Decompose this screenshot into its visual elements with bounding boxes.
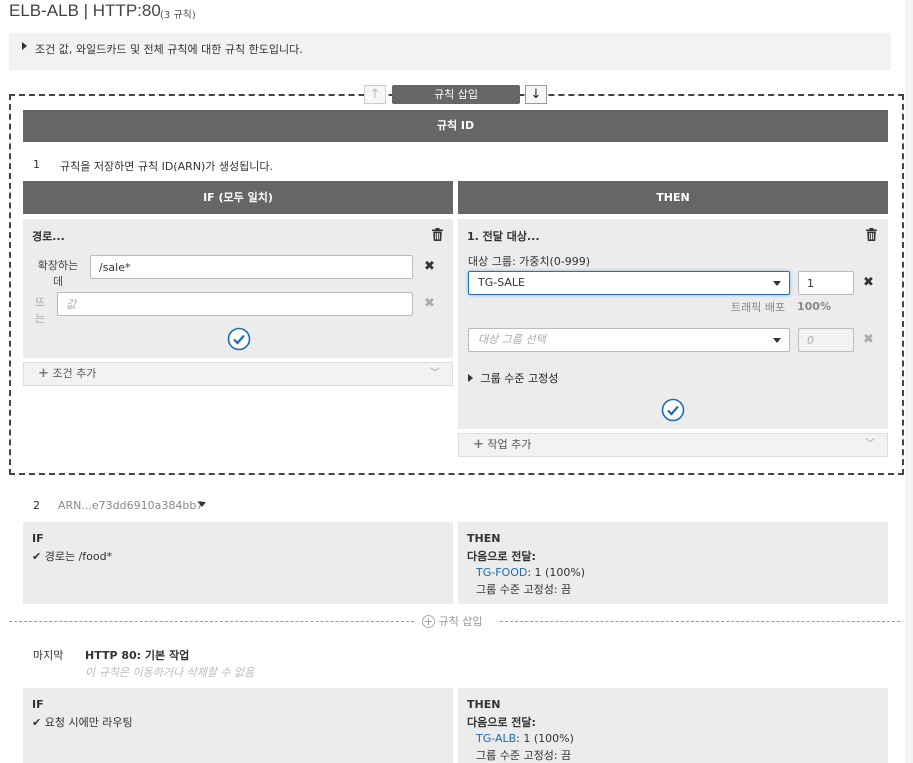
path-value-input[interactable] <box>90 255 413 279</box>
last-rule-then-panel: THEN 다음으로 전달: TG-ALB: 1 (100%) 그룹 수준 고정성… <box>458 688 888 763</box>
stickiness-toggle[interactable]: 그룹 수준 고정성 <box>468 370 558 386</box>
target-group-select-2[interactable]: 대상 그룹 선택 <box>468 328 790 352</box>
forward-label: 다음으로 전달: <box>467 716 536 729</box>
last-rule-label: 마지막 <box>33 649 64 662</box>
info-panel[interactable]: 조건 값, 와일드카드 및 전체 규칙에 대한 규칙 한도입니다. <box>9 33 891 70</box>
target-detail: : 1 (100%) <box>516 732 574 745</box>
forward-label: 다음으로 전달: <box>467 550 536 563</box>
plus-icon: + <box>38 366 49 381</box>
label-or: 또는 <box>35 296 46 325</box>
target-line: TG-FOOD: 1 (100%) <box>476 566 585 579</box>
divider-right <box>500 621 900 622</box>
path-value-input-2[interactable] <box>57 292 413 316</box>
confirm-check-icon[interactable] <box>227 327 251 351</box>
if-header: IF (모두 일치) <box>23 181 453 214</box>
target-group-label: 대상 그룹: 가중치(0-999) <box>468 255 591 268</box>
target-detail: : 1 (100%) <box>527 566 586 579</box>
plus-circle-icon: + <box>422 615 435 628</box>
stickiness-status: 그룹 수준 고정성: 끔 <box>476 749 572 762</box>
if-condition-text: 경로는 /food* <box>44 550 113 563</box>
then-header: THEN <box>458 181 888 214</box>
chevron-down-icon: ﹀ <box>430 368 440 379</box>
target-line: TG-ALB: 1 (100%) <box>476 732 574 745</box>
condition-title: 경로... <box>32 230 65 243</box>
then-label: THEN <box>467 532 501 545</box>
weight-input[interactable] <box>798 271 854 295</box>
move-up-button[interactable]: ↑ <box>364 85 386 104</box>
chevron-down-icon: ﹀ <box>865 439 875 450</box>
action-title: 1. 전달 대상... <box>467 230 540 243</box>
selected-target-group: TG-SALE <box>478 276 526 289</box>
target-link[interactable]: TG-FOOD <box>476 566 527 579</box>
add-condition-label: 조건 추가 <box>52 367 97 380</box>
dropdown-caret-icon <box>773 281 781 286</box>
select-placeholder: 대상 그룹 선택 <box>478 333 546 346</box>
info-text: 조건 값, 와일드카드 및 전체 규칙에 대한 규칙 한도입니다. <box>35 43 303 56</box>
rule-id-header: 규칙 ID <box>23 110 888 142</box>
target-group-select[interactable]: TG-SALE <box>468 271 790 295</box>
then-label: THEN <box>467 698 501 711</box>
delete-action-icon[interactable] <box>866 228 877 241</box>
if-label: IF <box>32 698 44 711</box>
action-panel: 1. 전달 대상... 대상 그룹: 가중치(0-999) TG-SALE ✖ … <box>458 219 888 429</box>
insert-rule-link[interactable]: + 규칙 삽입 <box>422 613 482 629</box>
condition-panel: 경로... 확장하는 데 ✖ 또는 ✖ <box>23 219 453 358</box>
expand-triangle-icon <box>468 374 473 382</box>
page-title: ELB-ALB | HTTP:80 <box>9 1 161 20</box>
label-extends: 확장하는 데 <box>37 259 79 288</box>
traffic-label: 트래픽 배포 <box>731 301 786 314</box>
traffic-value: 100% <box>797 300 831 313</box>
if-condition: ✔ 요청 시에만 라우팅 <box>32 714 133 730</box>
if-condition: ✔ 경로는 /food* <box>32 548 112 564</box>
rule-count: (3 규칙) <box>160 10 196 21</box>
rule-id-note: 규칙을 저장하면 규칙 ID(ARN)가 생성됩니다. <box>60 160 273 173</box>
rule-2-arn[interactable]: ARN...e73dd6910a384bb7 <box>58 499 203 512</box>
last-rule-if-panel: IF ✔ 요청 시에만 라우팅 <box>23 688 453 763</box>
rule-2-then-panel: THEN 다음으로 전달: TG-FOOD: 1 (100%) 그룹 수준 고정… <box>458 522 888 604</box>
scrollbar[interactable] <box>905 0 913 763</box>
add-action-button[interactable]: + 작업 추가 ﹀ <box>458 433 888 457</box>
confirm-check-icon[interactable] <box>661 398 685 422</box>
divider-left <box>9 621 414 622</box>
plus-icon: + <box>473 437 484 452</box>
last-rule-title: HTTP 80: 기본 작업 <box>85 649 190 662</box>
move-down-button[interactable]: ↓ <box>525 85 547 104</box>
delete-condition-icon[interactable] <box>432 228 443 241</box>
insert-rule-button[interactable]: 규칙 삽입 <box>392 85 520 104</box>
rule-2-if-panel: IF ✔ 경로는 /food* <box>23 522 453 604</box>
insert-rule-label: 규칙 삽입 <box>438 615 483 628</box>
arn-dropdown-icon[interactable] <box>198 502 206 507</box>
add-condition-button[interactable]: + 조건 추가 ﹀ <box>23 362 453 386</box>
check-icon: ✔ <box>32 716 42 729</box>
expand-triangle-icon[interactable] <box>22 42 27 50</box>
remove-value-2-icon[interactable]: ✖ <box>424 296 435 311</box>
stickiness-label: 그룹 수준 고정성 <box>480 372 559 385</box>
weight-input-2[interactable] <box>798 328 854 352</box>
if-label: IF <box>32 532 44 545</box>
dropdown-caret-icon <box>773 338 781 343</box>
remove-target-2-icon[interactable]: ✖ <box>863 332 874 347</box>
add-action-label: 작업 추가 <box>487 438 532 451</box>
rule-2-number: 2 <box>33 499 40 512</box>
remove-value-icon[interactable]: ✖ <box>424 259 435 274</box>
rule-number: 1 <box>33 158 40 171</box>
check-icon: ✔ <box>32 550 42 563</box>
if-condition-text: 요청 시에만 라우팅 <box>44 716 133 729</box>
last-rule-note: 이 규칙은 이동하거나 삭제할 수 없음 <box>85 666 255 679</box>
remove-target-icon[interactable]: ✖ <box>863 275 874 290</box>
target-link[interactable]: TG-ALB <box>476 732 516 745</box>
stickiness-status: 그룹 수준 고정성: 끔 <box>476 583 572 596</box>
